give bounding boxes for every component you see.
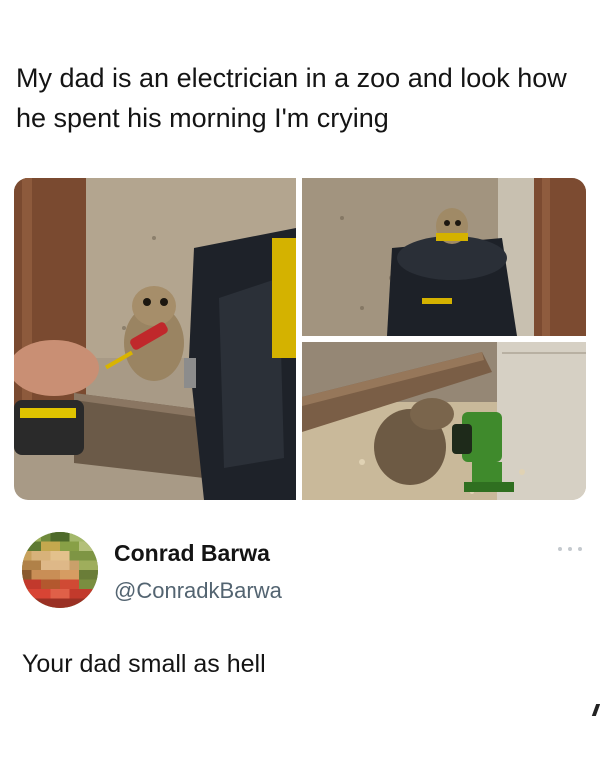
post-caption: My dad is an electrician in a zoo and lo… (16, 63, 567, 133)
photo-meerkat-screwdriver[interactable] (14, 178, 296, 500)
user-handle[interactable]: @ConradkBarwa (114, 578, 282, 604)
avatar[interactable] (22, 532, 98, 608)
display-name[interactable]: Conrad Barwa (114, 540, 270, 567)
meerkat-toolbag-image (302, 178, 586, 336)
photo-meerkat-green-tool[interactable] (302, 342, 586, 500)
meerkat-green-tool-image (302, 342, 586, 500)
pixelated-avatar-icon (22, 532, 98, 608)
edge-mark (591, 704, 600, 716)
tweet-text: Your dad small as hell (22, 650, 266, 678)
photo-meerkat-toolbag[interactable] (302, 178, 586, 336)
photo-grid (14, 178, 586, 500)
tweet-header: Conrad Barwa @ConradkBarwa (22, 532, 582, 622)
meerkat-screwdriver-image (14, 178, 296, 500)
more-options-icon[interactable] (558, 544, 582, 554)
